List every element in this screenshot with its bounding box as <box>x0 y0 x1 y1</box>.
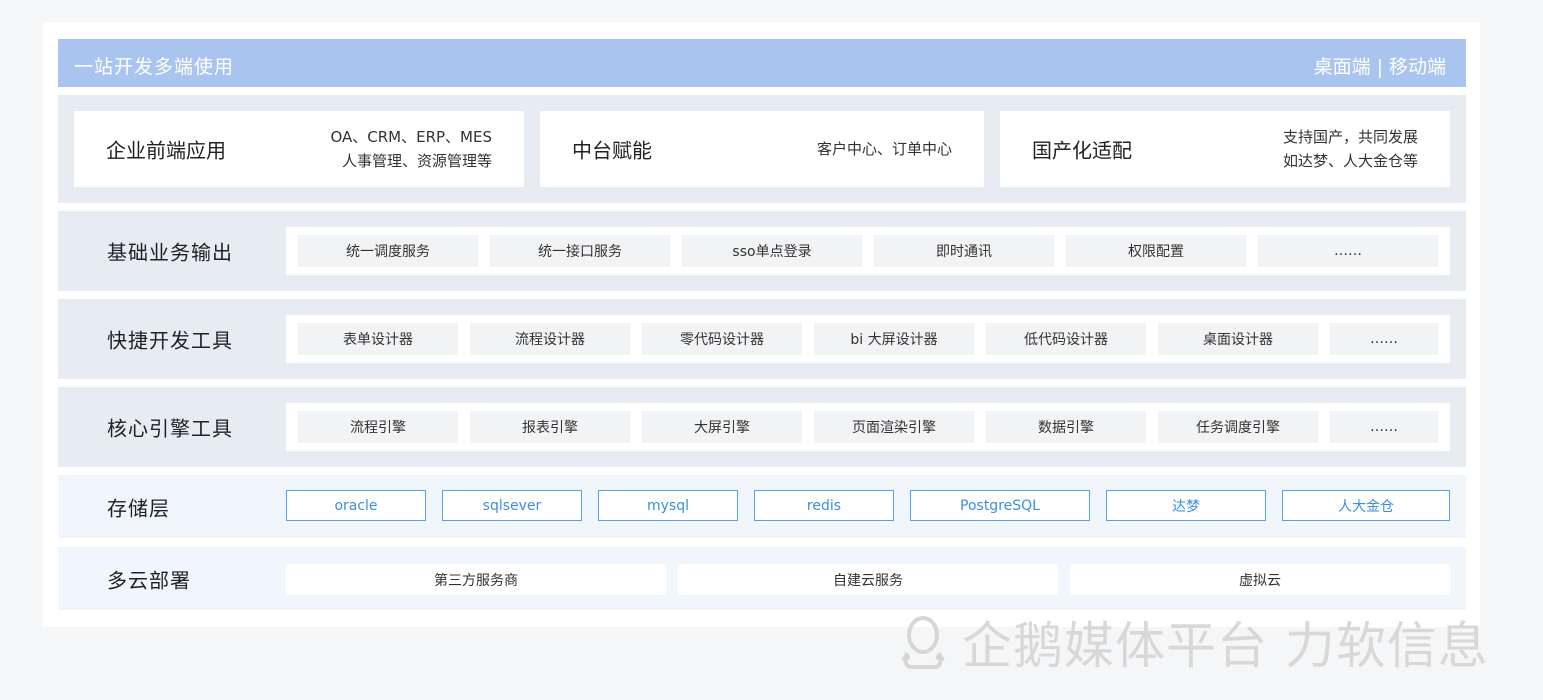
watermark: 企鹅媒体平台 力软信息 <box>898 612 1489 675</box>
cloud-item: 第三方服务商 <box>286 564 666 595</box>
card-desc-line: 如达梦、人大金仓等 <box>1282 152 1418 170</box>
applications-row: 企业前端应用 OA、CRM、ERP、MES 人事管理、资源管理等 中台赋能 客户… <box>58 95 1466 203</box>
banner-separator: | <box>1376 56 1383 78</box>
item-cell: 桌面设计器 <box>1158 323 1318 355</box>
row-label: 存储层 <box>107 496 170 520</box>
card-desc-line: 人事管理、资源管理等 <box>341 152 492 170</box>
row-label: 多云部署 <box>107 568 191 592</box>
item-cell: 大屏引擎 <box>642 411 802 443</box>
banner-desktop: 桌面端 <box>1313 56 1371 78</box>
item-cell: 流程设计器 <box>470 323 630 355</box>
items-strip: 流程引擎 报表引擎 大屏引擎 页面渲染引擎 数据引擎 任务调度引擎 …… <box>286 403 1450 451</box>
card-title: 企业前端应用 <box>106 138 226 163</box>
row-label: 快捷开发工具 <box>107 328 233 353</box>
item-cell: 页面渲染引擎 <box>814 411 974 443</box>
storage-item: oracle <box>286 490 426 521</box>
item-cell: 表单设计器 <box>298 323 458 355</box>
storage-item: mysql <box>598 490 738 521</box>
card-desc-line: OA、CRM、ERP、MES <box>330 128 492 146</box>
storage-item: sqlsever <box>442 490 582 521</box>
card-desc-line: 支持国产，共同发展 <box>1282 128 1418 146</box>
item-cell: 统一接口服务 <box>490 235 670 267</box>
item-cell: bi 大屏设计器 <box>814 323 974 355</box>
card-description: 客户中心、订单中心 <box>817 137 952 161</box>
card-enterprise-frontend: 企业前端应用 OA、CRM、ERP、MES 人事管理、资源管理等 <box>74 111 524 187</box>
cloud-item: 自建云服务 <box>678 564 1058 595</box>
row-dev-tools: 快捷开发工具 表单设计器 流程设计器 零代码设计器 bi 大屏设计器 低代码设计… <box>58 299 1466 379</box>
banner-mobile: 移动端 <box>1388 56 1446 78</box>
item-cell-more: …… <box>1330 411 1438 443</box>
row-basic-business: 基础业务输出 统一调度服务 统一接口服务 sso单点登录 即时通讯 权限配置 …… <box>58 211 1466 291</box>
row-storage: 存储层 oracle sqlsever mysql redis PostgreS… <box>58 475 1466 538</box>
item-cell: 权限配置 <box>1066 235 1246 267</box>
item-cell: sso单点登录 <box>682 235 862 267</box>
storage-item: 达梦 <box>1106 490 1266 521</box>
row-label: 基础业务输出 <box>107 240 233 265</box>
card-middle-platform: 中台赋能 客户中心、订单中心 <box>540 111 984 187</box>
item-cell: 即时通讯 <box>874 235 1054 267</box>
card-desc-line: 客户中心、订单中心 <box>816 140 952 158</box>
storage-item: redis <box>754 490 894 521</box>
penguin-logo-icon <box>901 616 945 669</box>
card-description: OA、CRM、ERP、MES 人事管理、资源管理等 <box>330 125 492 173</box>
item-cell: 报表引擎 <box>470 411 630 443</box>
items-strip: 表单设计器 流程设计器 零代码设计器 bi 大屏设计器 低代码设计器 桌面设计器… <box>286 315 1450 363</box>
watermark-text: 企鹅媒体平台 力软信息 <box>962 617 1489 675</box>
item-cell-more: …… <box>1258 235 1438 267</box>
item-cell: 流程引擎 <box>298 411 458 443</box>
item-cell: 低代码设计器 <box>986 323 1146 355</box>
items-strip: 统一调度服务 统一接口服务 sso单点登录 即时通讯 权限配置 …… <box>286 227 1450 275</box>
item-cell-more: …… <box>1330 323 1438 355</box>
card-description: 支持国产，共同发展 如达梦、人大金仓等 <box>1283 125 1418 173</box>
item-cell: 任务调度引擎 <box>1158 411 1318 443</box>
storage-item: PostgreSQL <box>910 490 1090 521</box>
banner-title: 一站开发多端使用 <box>74 56 235 78</box>
card-title: 国产化适配 <box>1032 138 1132 163</box>
cloud-item: 虚拟云 <box>1070 564 1450 595</box>
item-cell: 统一调度服务 <box>298 235 478 267</box>
card-title: 中台赋能 <box>572 138 652 163</box>
banner-platforms: 桌面端 | 移动端 <box>1314 52 1446 79</box>
item-cell: 零代码设计器 <box>642 323 802 355</box>
item-cell: 数据引擎 <box>986 411 1146 443</box>
row-label: 核心引擎工具 <box>107 416 233 441</box>
top-banner: 一站开发多端使用 桌面端 | 移动端 <box>58 39 1466 87</box>
row-core-engines: 核心引擎工具 流程引擎 报表引擎 大屏引擎 页面渲染引擎 数据引擎 任务调度引擎… <box>58 387 1466 467</box>
card-localization: 国产化适配 支持国产，共同发展 如达梦、人大金仓等 <box>1000 111 1450 187</box>
storage-item: 人大金仓 <box>1282 490 1450 521</box>
row-multi-cloud: 多云部署 第三方服务商 自建云服务 虚拟云 <box>58 547 1466 610</box>
